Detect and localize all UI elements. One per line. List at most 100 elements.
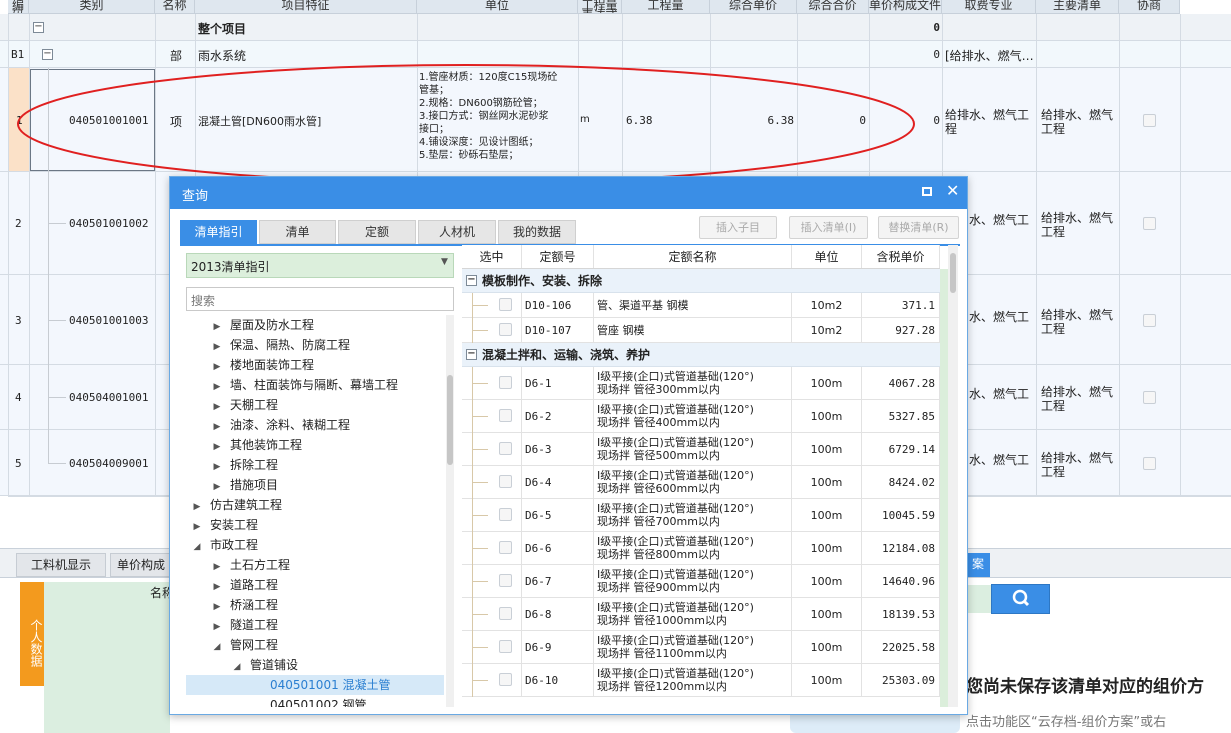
select-cell [462,532,522,564]
quota-name-line: Ⅰ级平接(企口)式管道基础(120°) [597,535,754,548]
dialog-titlebar[interactable]: 查询 ✕ [170,177,967,209]
select-checkbox[interactable] [499,640,512,653]
quota-row[interactable]: D6-1 Ⅰ级平接(企口)式管道基础(120°) 现场拌 管径300mm以内 100m… [462,367,940,400]
select-checkbox[interactable] [499,508,512,521]
tree-item[interactable]: ▶ 墙、柱面装饰与隔断、幕墙工程 [186,375,444,395]
tree-item-label: 其他装饰工程 [230,438,303,452]
quota-unit: 100m [792,532,862,564]
tree-item[interactable]: ▶ 道路工程 [186,575,444,595]
quota-code: D6-3 [522,433,594,465]
tab-material[interactable]: 工料机显示 [16,553,106,577]
tree-item[interactable]: ◢ 市政工程 [186,535,444,555]
quota-row[interactable]: D6-10 Ⅰ级平接(企口)式管道基础(120°) 现场拌 管径1200mm以内 10… [462,664,940,697]
personal-data-tab[interactable]: 个人数据 [20,582,44,686]
quota-row[interactable]: D6-6 Ⅰ级平接(企口)式管道基础(120°) 现场拌 管径800mm以内 100m… [462,532,940,565]
quota-row[interactable]: D6-7 Ⅰ级平接(企口)式管道基础(120°) 现场拌 管径900mm以内 100m… [462,565,940,598]
tree-item[interactable]: ◢ 管道铺设 [186,655,444,675]
expand-arrow-icon: ▶ [213,482,221,492]
tree-connector [472,532,473,565]
quota-name: Ⅰ级平接(企口)式管道基础(120°) 现场拌 管径300mm以内 [594,367,792,399]
search-button[interactable] [991,584,1050,614]
tree-item[interactable]: ▶ 楼地面装饰工程 [186,355,444,375]
quota-name-line: Ⅰ级平接(企口)式管道基础(120°) [597,568,754,581]
grid-scroll-thumb[interactable] [950,253,956,293]
select-checkbox[interactable] [499,323,512,336]
select-checkbox[interactable] [499,376,512,389]
quota-row[interactable]: D6-2 Ⅰ级平接(企口)式管道基础(120°) 现场拌 管径400mm以内 100m… [462,400,940,433]
tree-item[interactable]: ◢ 管网工程 [186,635,444,655]
select-checkbox[interactable] [499,475,512,488]
quota-name-line: 现场拌 管径1100mm以内 [597,647,727,660]
tree-item[interactable]: ▶ 仿古建筑工程 [186,495,444,515]
group-row[interactable]: − 模板制作、安装、拆除 [462,269,940,293]
tab-list-guide[interactable]: 清单指引 [180,220,257,244]
select-checkbox[interactable] [499,298,512,311]
select-checkbox[interactable] [499,673,512,686]
close-icon[interactable]: ✕ [946,181,959,200]
quota-row[interactable]: D10-106 管、渠道平基 钢模 10m2 371.1 [462,293,940,318]
tree-connector [472,581,488,582]
tree-item[interactable]: ▶ 隧道工程 [186,615,444,635]
quota-name: 管座 钢模 [594,318,792,342]
tree-item[interactable]: ▶ 油漆、涂料、裱糊工程 [186,415,444,435]
replace-list-button[interactable]: 替换清单(R) [878,216,959,239]
tree-item[interactable]: ▶ 天棚工程 [186,395,444,415]
group-row[interactable]: − 混凝土拌和、运输、浇筑、养护 [462,343,940,367]
tree-item[interactable]: ▶ 保温、隔热、防腐工程 [186,335,444,355]
guide-select[interactable]: 2013清单指引 ▼ [186,253,454,278]
select-checkbox[interactable] [499,541,512,554]
tree-connector [472,305,488,306]
quota-row[interactable]: D6-8 Ⅰ级平接(企口)式管道基础(120°) 现场拌 管径1000mm以内 100… [462,598,940,631]
tree-item[interactable]: ▶ 屋面及防水工程 [186,315,444,335]
select-checkbox[interactable] [499,574,512,587]
tab-materials[interactable]: 人材机 [418,220,496,244]
quota-name-line: 现场拌 管径300mm以内 [597,383,720,396]
quota-row[interactable]: D10-107 管座 钢模 10m2 927.28 [462,318,940,343]
insert-list-button[interactable]: 插入清单(I) [789,216,868,239]
tree-scrollbar[interactable] [446,315,454,707]
quota-unit: 100m [792,598,862,630]
quota-row[interactable]: D6-3 Ⅰ级平接(企口)式管道基础(120°) 现场拌 管径500mm以内 100m… [462,433,940,466]
tree-item[interactable]: ▶ 桥涵工程 [186,595,444,615]
tab-list[interactable]: 清单 [259,220,336,244]
expand-arrow-icon: ▶ [213,362,221,372]
tree-item[interactable]: ▶ 措施项目 [186,475,444,495]
maximize-icon[interactable] [922,187,932,196]
tree-scroll-thumb[interactable] [447,375,453,465]
group-title: 模板制作、安装、拆除 [482,274,603,288]
grid-scrollbar[interactable] [948,245,958,707]
tab-scheme[interactable]: 案 [966,553,990,577]
quota-row[interactable]: D6-4 Ⅰ级平接(企口)式管道基础(120°) 现场拌 管径600mm以内 100m… [462,466,940,499]
tree-item[interactable]: ▶ 安装工程 [186,515,444,535]
collapse-icon[interactable]: − [466,349,477,360]
collapse-arrow-icon: ◢ [213,642,221,652]
quota-price: 371.1 [862,293,940,317]
tree-connector [472,515,488,516]
quota-unit: 100m [792,664,862,696]
tab-my-data[interactable]: 我的数据 [498,220,576,244]
tree-item[interactable]: ▶ 土石方工程 [186,555,444,575]
quota-row[interactable]: D6-9 Ⅰ级平接(企口)式管道基础(120°) 现场拌 管径1100mm以内 100… [462,631,940,664]
select-checkbox[interactable] [499,409,512,422]
tree-connector [472,680,488,681]
collapse-icon[interactable]: − [466,275,477,286]
tree-item[interactable]: 040501001 混凝土管 [186,675,444,695]
tree-search-input[interactable]: 搜索 [186,287,454,311]
tree-item[interactable]: ▶ 拆除工程 [186,455,444,475]
tab-unit-price[interactable]: 单价构成 [110,553,172,577]
quota-unit: 10m2 [792,318,862,342]
quota-code: D6-9 [522,631,594,663]
tree-connector [472,330,488,331]
select-checkbox[interactable] [499,442,512,455]
quota-row[interactable]: D6-5 Ⅰ级平接(企口)式管道基础(120°) 现场拌 管径700mm以内 100m… [462,499,940,532]
insert-item-button[interactable]: 插入子目 [699,216,777,239]
quota-code: D10-107 [522,318,594,342]
col-price: 含税单价 [862,245,940,268]
quota-code: D6-2 [522,400,594,432]
tree-item[interactable]: ▶ 其他装饰工程 [186,435,444,455]
tree-item[interactable]: 040501002 钢管 [186,695,444,707]
select-checkbox[interactable] [499,607,512,620]
tab-quota[interactable]: 定额 [338,220,416,244]
main-window: 编码类别名称项目特征单位工程量表达式工程量综合单价综合合价单价构成文件取费专业主… [0,0,1231,733]
tree-connector [472,318,473,343]
